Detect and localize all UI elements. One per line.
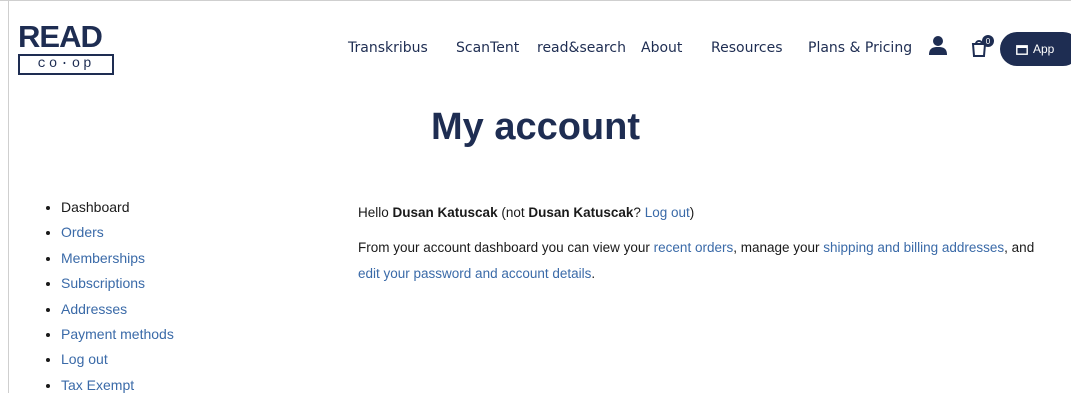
sidebar-item-subscriptions[interactable]: Subscriptions	[44, 273, 174, 298]
recent-orders-link[interactable]: recent orders	[654, 240, 734, 255]
addresses-link[interactable]: shipping and billing addresses	[823, 240, 1004, 255]
sidebar-item-log-out[interactable]: Log out	[44, 349, 174, 374]
sidebar-item-addresses[interactable]: Addresses	[44, 299, 174, 324]
shopping-bag-icon[interactable]: 0	[971, 34, 995, 58]
page-title: My account	[430, 106, 641, 148]
window-top-border	[0, 0, 1071, 1]
app-button[interactable]: App	[1000, 32, 1071, 66]
sidebar-item-label[interactable]: Orders	[61, 224, 104, 240]
window-left-border	[8, 0, 9, 393]
nav-plans-pricing[interactable]: Plans & Pricing	[808, 40, 912, 56]
sidebar-item-label[interactable]: Tax Exempt	[61, 377, 134, 393]
greeting-not-prefix: (not	[501, 205, 525, 220]
sidebar-item-label[interactable]: Subscriptions	[61, 275, 145, 291]
nav-transkribus[interactable]: Transkribus	[348, 40, 428, 56]
sidebar-item-orders[interactable]: Orders	[44, 222, 174, 247]
greeting-user-name-repeat: Dusan Katuscak	[528, 205, 634, 220]
user-account-icon[interactable]	[929, 35, 947, 57]
sidebar-item-label[interactable]: Memberships	[61, 250, 145, 266]
description-prefix: From your account dashboard you can view…	[358, 240, 650, 255]
nav-scantent[interactable]: ScanTent	[456, 40, 519, 56]
nav-resources[interactable]: Resources	[711, 40, 783, 56]
sidebar-item-dashboard[interactable]: Dashboard	[44, 197, 174, 222]
logout-link[interactable]: Log out	[645, 205, 690, 220]
nav-read-search[interactable]: read&search	[537, 40, 626, 56]
app-window-icon	[1016, 44, 1028, 55]
account-details-link[interactable]: edit your password and account details	[358, 266, 591, 281]
sidebar-item-label[interactable]: Log out	[61, 351, 108, 367]
greeting-hello: Hello	[358, 205, 389, 220]
greeting-question: ?	[633, 205, 641, 220]
sidebar-item-tax-exempt[interactable]: Tax Exempt	[44, 375, 174, 400]
description-and: , and	[1004, 240, 1035, 255]
app-button-label: App	[1033, 42, 1055, 56]
greeting-user-name: Dusan Katuscak	[392, 205, 498, 220]
dashboard-content: Hello Dusan Katuscak (not Dusan Katuscak…	[358, 200, 1058, 287]
site-logo[interactable]: READ co·op	[18, 19, 116, 75]
sidebar-item-label[interactable]: Dashboard	[61, 199, 130, 215]
greeting-line: Hello Dusan Katuscak (not Dusan Katuscak…	[358, 200, 1058, 226]
sidebar-item-payment-methods[interactable]: Payment methods	[44, 324, 174, 349]
sidebar-item-memberships[interactable]: Memberships	[44, 248, 174, 273]
sidebar-item-label[interactable]: Payment methods	[61, 326, 174, 342]
description-manage: , manage your	[733, 240, 820, 255]
account-navigation: Dashboard Orders Memberships Subscriptio…	[44, 197, 174, 400]
logo-coop-text: co·op	[18, 54, 114, 75]
nav-about[interactable]: About	[641, 40, 682, 56]
sidebar-item-label[interactable]: Addresses	[61, 301, 127, 317]
description-period: .	[591, 266, 596, 281]
cart-count: 0	[986, 37, 991, 46]
greeting-close-paren: )	[689, 205, 695, 220]
logo-read-text: READ	[18, 19, 103, 54]
dashboard-description: From your account dashboard you can view…	[358, 235, 1058, 287]
